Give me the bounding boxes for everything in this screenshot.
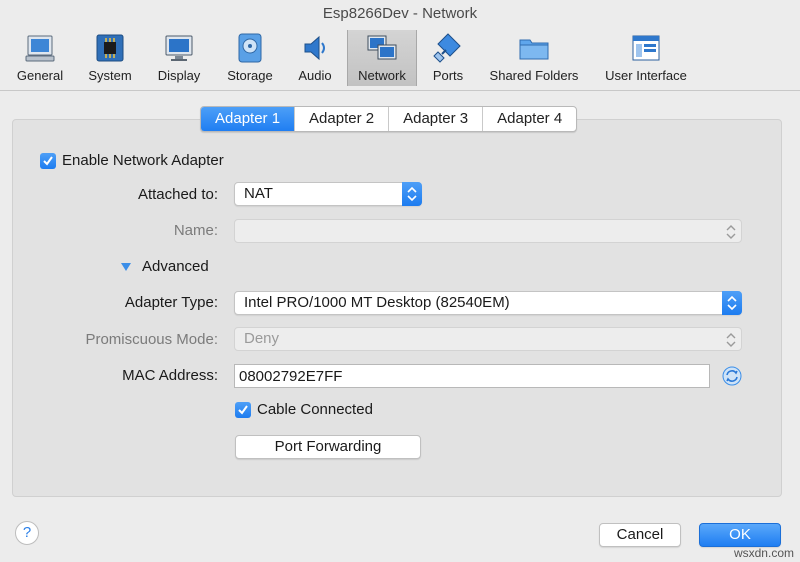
attached-to-label: Attached to: bbox=[137, 186, 218, 203]
tab-adapter-1[interactable]: Adapter 1 bbox=[201, 107, 296, 131]
refresh-mac-icon[interactable] bbox=[722, 366, 742, 386]
toolbar-system[interactable]: System bbox=[82, 30, 138, 86]
attached-to-select[interactable]: NAT bbox=[234, 182, 422, 206]
toolbar-system-label: System bbox=[88, 68, 132, 83]
ports-icon bbox=[433, 33, 461, 63]
checkmark-icon bbox=[43, 156, 53, 166]
adapter-type-select[interactable]: Intel PRO/1000 MT Desktop (82540EM) bbox=[234, 291, 742, 315]
enable-network-adapter-checkbox[interactable] bbox=[40, 153, 56, 169]
adapter-type-label: Adapter Type: bbox=[124, 294, 218, 311]
promiscuous-mode-select: Deny bbox=[234, 327, 742, 351]
settings-toolbar: General System Display Storage Audio Net… bbox=[0, 28, 800, 91]
ok-button[interactable]: OK bbox=[699, 523, 781, 547]
toolbar-audio[interactable]: Audio bbox=[290, 30, 340, 86]
promiscuous-mode-value: Deny bbox=[244, 330, 280, 347]
toolbar-ports-label: Ports bbox=[432, 68, 464, 83]
toolbar-display[interactable]: Display bbox=[150, 30, 208, 86]
display-icon bbox=[165, 35, 193, 61]
toolbar-audio-label: Audio bbox=[298, 68, 332, 83]
toolbar-network-label: Network bbox=[358, 68, 406, 83]
port-forwarding-button[interactable]: Port Forwarding bbox=[235, 435, 421, 459]
folder-icon bbox=[519, 39, 549, 60]
audio-icon bbox=[304, 35, 325, 61]
toolbar-network[interactable]: Network bbox=[347, 30, 417, 86]
toolbar-user-interface-label: User Interface bbox=[605, 68, 687, 83]
disclosure-triangle-icon[interactable] bbox=[120, 262, 132, 272]
name-select bbox=[234, 219, 742, 243]
toolbar-user-interface[interactable]: User Interface bbox=[600, 30, 692, 86]
toolbar-storage-label: Storage bbox=[227, 68, 273, 83]
toolbar-storage[interactable]: Storage bbox=[220, 30, 280, 86]
user-interface-icon bbox=[632, 35, 660, 61]
window-title: Esp8266Dev - Network bbox=[322, 5, 478, 22]
toolbar-display-label: Display bbox=[157, 68, 201, 83]
mac-address-field[interactable] bbox=[234, 364, 710, 388]
adapter-tabs: Adapter 1 Adapter 2 Adapter 3 Adapter 4 bbox=[200, 106, 578, 132]
system-icon bbox=[96, 34, 124, 62]
promiscuous-mode-label: Promiscuous Mode: bbox=[85, 331, 218, 348]
network-icon bbox=[367, 35, 397, 60]
toolbar-general[interactable]: General bbox=[10, 30, 70, 86]
attached-to-value: NAT bbox=[244, 185, 273, 202]
cancel-button[interactable]: Cancel bbox=[599, 523, 681, 547]
tab-adapter-2[interactable]: Adapter 2 bbox=[295, 107, 390, 131]
tab-adapter-3[interactable]: Adapter 3 bbox=[389, 107, 484, 131]
mac-address-label: MAC Address: bbox=[122, 367, 218, 384]
help-button[interactable]: ? bbox=[15, 521, 39, 545]
general-icon bbox=[25, 35, 55, 62]
watermark-text: wsxdn.com bbox=[733, 546, 794, 560]
toolbar-shared-folders[interactable]: Shared Folders bbox=[484, 30, 584, 86]
advanced-label[interactable]: Advanced bbox=[142, 258, 209, 275]
select-arrows-icon bbox=[722, 291, 742, 315]
cable-connected-checkbox[interactable] bbox=[235, 402, 251, 418]
tab-adapter-4[interactable]: Adapter 4 bbox=[483, 107, 576, 131]
name-label: Name: bbox=[173, 222, 218, 239]
toolbar-general-label: General bbox=[16, 68, 64, 83]
mac-address-input[interactable] bbox=[235, 365, 709, 387]
toolbar-shared-folders-label: Shared Folders bbox=[489, 68, 579, 83]
adapter-type-value: Intel PRO/1000 MT Desktop (82540EM) bbox=[244, 294, 510, 311]
select-arrows-icon bbox=[402, 182, 422, 206]
toolbar-ports[interactable]: Ports bbox=[423, 30, 473, 86]
storage-icon bbox=[238, 33, 262, 63]
checkmark-icon bbox=[238, 405, 248, 415]
select-arrows-icon bbox=[726, 333, 736, 347]
select-arrows-icon bbox=[726, 225, 736, 239]
enable-network-adapter-label: Enable Network Adapter bbox=[62, 152, 224, 169]
cable-connected-label: Cable Connected bbox=[257, 401, 373, 418]
